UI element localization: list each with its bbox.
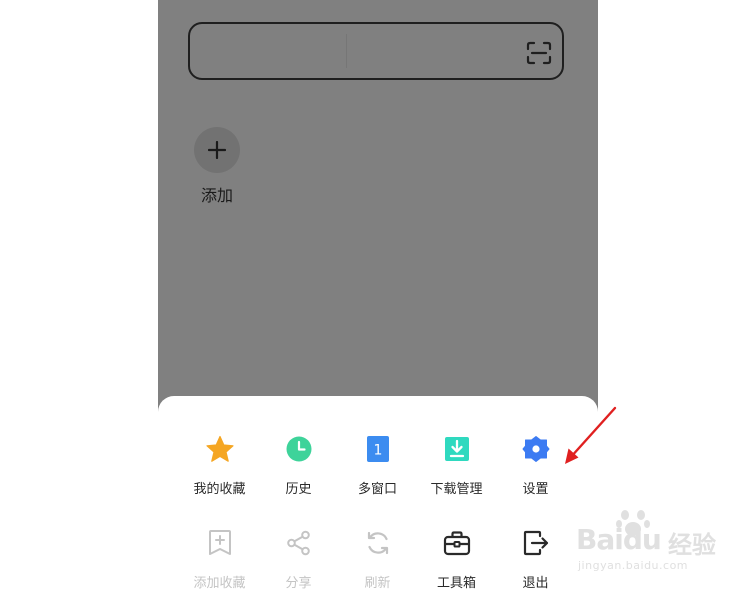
menu-item-label: 设置 (522, 482, 549, 497)
baidu-jingyan-watermark: Baidu 经验 jingyan.baidu.com (576, 505, 736, 585)
window-count: 1 (373, 443, 382, 459)
search-divider (346, 34, 347, 68)
menu-item-label: 退出 (522, 576, 549, 591)
menu-item-label: 分享 (285, 576, 312, 591)
clock-icon (286, 436, 311, 462)
paw-logo-icon (616, 510, 650, 536)
menu-row-primary: 我的收藏 历史 1 多窗口 下载管理 设置 (180, 434, 576, 497)
annotation-arrow (565, 406, 617, 464)
star-icon (205, 435, 234, 462)
menu-item-exit[interactable]: 退出 (496, 528, 575, 591)
menu-item-favorites[interactable]: 我的收藏 (180, 434, 259, 497)
menu-item-share[interactable]: 分享 (259, 528, 338, 591)
watermark-url: jingyan.baidu.com (578, 559, 689, 572)
refresh-icon (367, 531, 388, 555)
search-bar[interactable] (188, 22, 564, 80)
add-shortcut-label: 添加 (200, 186, 233, 205)
menu-item-label: 历史 (285, 482, 312, 497)
menu-item-label: 添加收藏 (193, 576, 246, 591)
menu-item-label: 多窗口 (357, 482, 397, 497)
watermark-brand-cn: 经验 (668, 531, 716, 559)
scan-icon[interactable] (526, 41, 552, 65)
settings-gear-icon (522, 436, 549, 462)
menu-item-label: 我的收藏 (193, 482, 246, 497)
menu-item-downloads[interactable]: 下载管理 (417, 434, 496, 497)
menu-row-secondary: 添加收藏 分享 刷新 工具箱 退出 (180, 528, 576, 591)
share-icon (286, 530, 310, 556)
download-icon (444, 437, 469, 461)
menu-item-label: 下载管理 (430, 482, 483, 497)
add-shortcut-button[interactable] (194, 127, 240, 173)
menu-item-history[interactable]: 历史 (259, 434, 338, 497)
menu-item-add-bookmark[interactable]: 添加收藏 (180, 528, 259, 591)
menu-item-label: 刷新 (364, 576, 391, 591)
add-bookmark-icon (208, 530, 231, 555)
menu-item-multi-window[interactable]: 1 多窗口 (338, 434, 417, 497)
menu-grid: 我的收藏 历史 1 多窗口 下载管理 设置 添加收藏 分享 刷新 工具箱 退出 (180, 434, 576, 591)
menu-sheet: 我的收藏 历史 1 多窗口 下载管理 设置 添加收藏 分享 刷新 工具箱 退出 (158, 396, 598, 591)
window-count-icon: 1 (366, 436, 389, 462)
menu-item-refresh[interactable]: 刷新 (338, 528, 417, 591)
plus-icon (208, 141, 226, 159)
menu-item-toolbox[interactable]: 工具箱 (417, 528, 496, 591)
browser-screen: 添加 我的收藏 历史 1 多窗口 下载管理 设置 添加收藏 分享 刷新 工具箱 … (158, 0, 598, 591)
toolbox-icon (443, 531, 470, 556)
exit-icon (523, 530, 548, 556)
menu-item-label: 工具箱 (436, 576, 476, 591)
